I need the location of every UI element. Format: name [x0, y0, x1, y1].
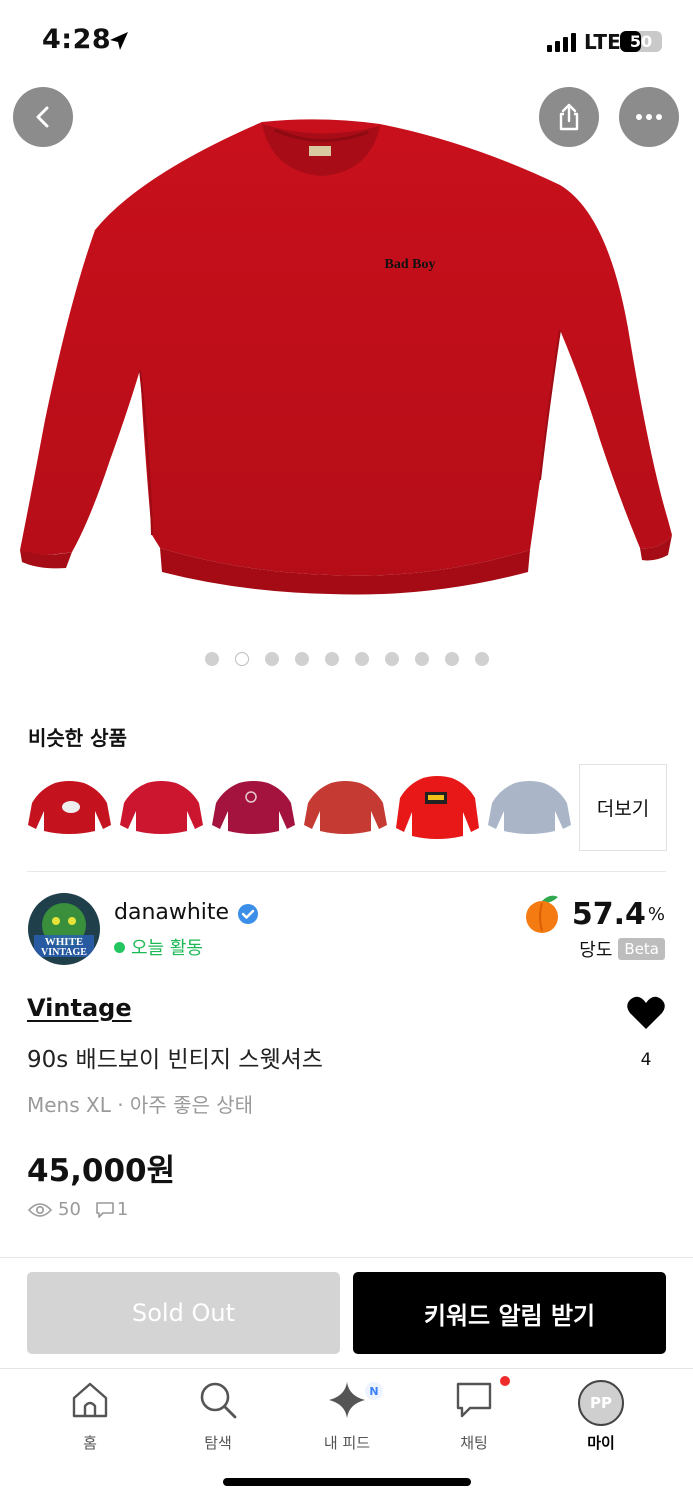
- seller-avatar[interactable]: WHITE VINTAGE: [28, 893, 100, 965]
- home-icon: [72, 1382, 108, 1418]
- seller-score-unit: %: [647, 903, 665, 925]
- carousel-dot: [324, 652, 339, 666]
- tabbar-divider: [0, 1368, 693, 1369]
- carousel-dot: [444, 652, 459, 666]
- battery-icon: 50: [620, 31, 662, 52]
- search-icon: [200, 1382, 237, 1419]
- tab-chat[interactable]: 채팅: [424, 1376, 524, 1453]
- seller-score: 57.4%: [520, 893, 665, 935]
- tab-home-label: 홈: [83, 1434, 97, 1452]
- carousel-dot: [204, 652, 219, 666]
- actions-divider: [0, 1257, 693, 1258]
- keyword-alert-button[interactable]: 키워드 알림 받기: [353, 1272, 666, 1354]
- beta-badge: Beta: [618, 938, 665, 960]
- verified-badge-icon: [238, 904, 258, 924]
- network-label: LTE: [584, 30, 621, 54]
- carousel-dot: [234, 652, 249, 666]
- status-bar: 4:28 LTE 50: [0, 0, 693, 80]
- similar-products-list: 더보기: [27, 764, 667, 851]
- carousel-dot: [294, 652, 309, 666]
- carousel-indicator: [0, 652, 693, 666]
- tab-my-label: 마이: [587, 1434, 615, 1452]
- eye-icon: [28, 1202, 52, 1217]
- tab-explore-label: 탐색: [204, 1434, 232, 1452]
- sold-out-button: Sold Out: [27, 1272, 340, 1354]
- tab-explore[interactable]: 탐색: [168, 1380, 268, 1453]
- chevron-left-icon: [36, 106, 49, 128]
- location-arrow-icon: [110, 32, 128, 50]
- tab-my-feed[interactable]: N 내 피드: [297, 1380, 397, 1453]
- sweatshirt-image: [396, 776, 479, 839]
- section-divider: [27, 871, 666, 872]
- seller-score-label-row: 당도 Beta: [579, 936, 665, 962]
- similar-product-thumbnail[interactable]: [27, 764, 112, 850]
- sweatshirt-image: [28, 781, 111, 834]
- similar-products-title: 비슷한 상품: [28, 726, 127, 750]
- carousel-dot: [354, 652, 369, 666]
- online-dot: [114, 941, 125, 953]
- comment-count: 1: [116, 1199, 129, 1220]
- more-options-button[interactable]: [619, 87, 679, 147]
- product-image-carousel[interactable]: Bad Boy: [0, 80, 693, 640]
- seller-name[interactable]: danawhite: [114, 900, 229, 925]
- seller-score-value: 57.4: [571, 896, 646, 932]
- sweater-print-text: Bad Boy: [385, 257, 436, 272]
- carousel-dot: [474, 652, 489, 666]
- carousel-dot: [414, 652, 429, 666]
- similar-product-thumbnail[interactable]: [211, 764, 296, 850]
- carousel-dot: [384, 652, 399, 666]
- signal-icon: [547, 33, 576, 52]
- battery-level: 50: [629, 32, 653, 51]
- tab-my-feed-label: 내 피드: [323, 1434, 371, 1452]
- sweatshirt-image: [120, 781, 203, 834]
- seller-activity: 오늘 활동: [114, 934, 203, 960]
- share-button[interactable]: [539, 87, 599, 147]
- seller-score-label: 당도: [579, 940, 613, 961]
- unread-dot: [500, 1376, 510, 1386]
- similar-product-thumbnail[interactable]: [303, 764, 388, 850]
- like-count: 4: [640, 1050, 652, 1070]
- brand-link[interactable]: Vintage: [27, 994, 132, 1022]
- seller-activity-label: 오늘 활동: [131, 938, 203, 959]
- tab-home[interactable]: 홈: [40, 1380, 140, 1453]
- tab-chat-label: 채팅: [460, 1434, 488, 1452]
- sparkle-icon: [329, 1382, 365, 1418]
- home-indicator: [223, 1478, 471, 1486]
- similar-product-thumbnail[interactable]: [119, 764, 204, 850]
- back-button[interactable]: [13, 87, 73, 147]
- my-avatar: PP: [578, 1380, 624, 1426]
- seller-avatar-text-2: VINTAGE: [41, 947, 87, 958]
- similar-product-thumbnail[interactable]: [487, 764, 572, 850]
- comment-icon: [96, 1201, 114, 1218]
- sweatshirt-image: [212, 781, 295, 834]
- product-title: 90s 배드보이 빈티지 스웻셔츠: [27, 1047, 323, 1073]
- carousel-dot: [264, 652, 279, 666]
- product-meta: Mens XL · 아주 좋은 상태: [27, 1093, 254, 1117]
- similar-product-thumbnail[interactable]: [395, 764, 480, 850]
- sweatshirt-image: [304, 781, 387, 834]
- product-stats: 50 1: [28, 1199, 128, 1220]
- view-count: 50: [58, 1199, 81, 1220]
- bottom-tab-bar: 홈 탐색 N 내 피드 채팅 PP 마이: [0, 1370, 693, 1460]
- chat-icon: [456, 1382, 492, 1418]
- share-icon: [559, 103, 579, 131]
- ellipsis-icon: [636, 114, 662, 120]
- product-price: 45,000원: [27, 1153, 176, 1189]
- peach-icon: [525, 895, 558, 933]
- heart-icon[interactable]: [626, 995, 666, 1031]
- sweatshirt-image: [488, 781, 571, 834]
- status-time: 4:28: [42, 24, 112, 55]
- product-photo: Bad Boy: [20, 119, 672, 595]
- tab-my[interactable]: PP 마이: [551, 1380, 651, 1453]
- seller-avatar-image: WHITE VINTAGE: [28, 893, 100, 965]
- similar-products-more-button[interactable]: 더보기: [579, 764, 667, 851]
- new-badge: N: [365, 1382, 383, 1400]
